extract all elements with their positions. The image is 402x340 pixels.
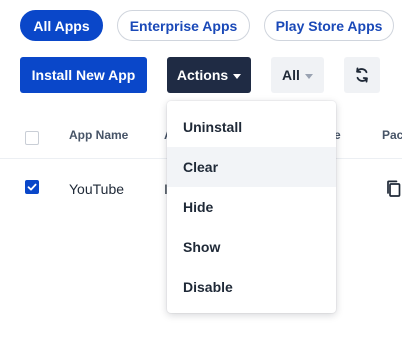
copy-icon — [387, 180, 401, 197]
menu-item-hide[interactable]: Hide — [167, 187, 336, 227]
menu-item-disable[interactable]: Disable — [167, 267, 336, 307]
select-all-checkbox[interactable] — [25, 131, 39, 145]
status-filter-value: All — [282, 67, 300, 83]
app-list-page: All Apps Enterprise Apps Play Store Apps… — [0, 0, 402, 340]
chevron-down-icon — [233, 73, 242, 79]
checkmark-icon — [27, 183, 37, 191]
filter-chip-play-store-apps[interactable]: Play Store Apps — [264, 10, 394, 41]
row-checkbox[interactable] — [25, 180, 39, 194]
column-header-package[interactable]: Pac — [382, 128, 402, 142]
copy-package-button[interactable] — [386, 180, 402, 203]
menu-item-show[interactable]: Show — [167, 227, 336, 267]
actions-menu: Uninstall Clear Hide Show Disable — [167, 101, 336, 313]
menu-item-uninstall[interactable]: Uninstall — [167, 107, 336, 147]
filter-chip-all-apps[interactable]: All Apps — [20, 10, 103, 41]
filter-chip-enterprise-apps[interactable]: Enterprise Apps — [117, 10, 250, 41]
actions-dropdown-button[interactable]: Actions — [167, 57, 251, 93]
refresh-icon — [356, 67, 368, 83]
status-filter-select[interactable]: All — [271, 57, 324, 93]
menu-item-clear[interactable]: Clear — [167, 147, 336, 187]
install-new-app-button[interactable]: Install New App — [20, 57, 147, 93]
refresh-button[interactable] — [344, 57, 380, 93]
column-header-app-name[interactable]: App Name — [69, 128, 128, 142]
install-new-app-label: Install New App — [31, 67, 136, 83]
chevron-down-icon — [304, 73, 313, 79]
actions-label: Actions — [176, 67, 229, 83]
app-name-cell: YouTube — [69, 181, 125, 197]
